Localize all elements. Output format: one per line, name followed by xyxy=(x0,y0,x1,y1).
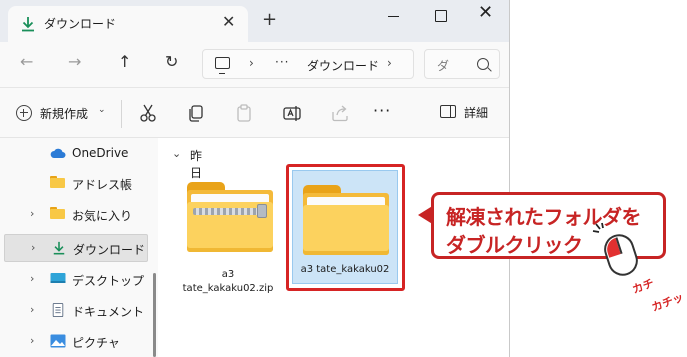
sidebar-item-label: OneDrive xyxy=(72,146,129,160)
highlight-frame xyxy=(286,164,405,291)
chevron-down-icon: ⌄ xyxy=(98,105,106,115)
share-icon[interactable] xyxy=(330,103,350,123)
expand-chevron-icon[interactable]: › xyxy=(30,334,34,347)
expand-chevron-icon[interactable]: › xyxy=(30,272,34,285)
paste-icon[interactable] xyxy=(234,103,254,123)
rename-icon[interactable] xyxy=(282,103,302,123)
address-bar[interactable]: › ··· ダウンロード › xyxy=(202,49,414,79)
new-tab-button[interactable]: + xyxy=(262,11,277,29)
details-pane-icon xyxy=(440,105,456,118)
file-name: a3 xyxy=(221,269,235,280)
group-label: 昨日 xyxy=(190,149,203,180)
search-icon xyxy=(477,58,489,70)
breadcrumb-overflow[interactable]: ··· xyxy=(275,55,289,69)
cut-icon[interactable] xyxy=(138,103,158,123)
file-explorer-window: ダウンロード ✕ + ✕ ← → ↑ ↻ › ··· ダウンロード › ダ 新規… xyxy=(0,0,510,357)
new-label: 新規作成 xyxy=(40,107,89,121)
maximize-button[interactable] xyxy=(428,6,452,26)
click-sound-text: カチッ xyxy=(649,290,686,315)
navigation-bar: ← → ↑ ↻ › ··· ダウンロード › ダ xyxy=(0,42,509,88)
callout-text-line2: ダブルクリック xyxy=(446,233,583,257)
sidebar-item-label: お気に入り xyxy=(72,209,133,223)
breadcrumb-separator: › xyxy=(249,56,254,70)
tab-title: ダウンロード xyxy=(44,17,117,31)
details-label: 詳細 xyxy=(464,106,489,120)
tab-close-icon[interactable]: ✕ xyxy=(222,13,235,31)
refresh-button[interactable]: ↻ xyxy=(165,52,178,72)
click-burst-icon xyxy=(592,222,604,233)
desktop-icon xyxy=(50,273,66,283)
computer-icon xyxy=(215,57,230,74)
tab-downloads[interactable]: ダウンロード ✕ xyxy=(8,6,248,42)
click-sound-text: カチ xyxy=(630,276,656,297)
back-button[interactable]: ← xyxy=(20,52,33,72)
sidebar-item-label: アドレス帳 xyxy=(72,178,133,192)
divider xyxy=(121,100,122,128)
folder-icon xyxy=(50,176,66,190)
plus-circle-icon xyxy=(16,105,32,121)
up-button[interactable]: ↑ xyxy=(118,52,131,72)
sidebar-item-label: ドキュメント xyxy=(72,305,145,319)
minimize-button[interactable] xyxy=(382,6,406,26)
search-input[interactable]: ダ xyxy=(424,49,500,79)
sidebar-item-address-book[interactable]: アドレス帳 xyxy=(0,170,150,198)
forward-button[interactable]: → xyxy=(68,52,81,72)
file-item-zip[interactable]: a3 tate_kakaku02.zip xyxy=(176,182,280,302)
close-window-button[interactable]: ✕ xyxy=(478,4,493,22)
document-icon xyxy=(52,303,64,317)
sidebar-item-label: ダウンロード xyxy=(73,243,146,257)
command-bar: 新規作成 ⌄ ··· 詳細 xyxy=(0,88,509,138)
sidebar-item-label: ピクチャ xyxy=(72,336,120,350)
sidebar-item-onedrive[interactable]: OneDrive xyxy=(0,140,150,168)
sidebar-item-pictures[interactable]: › ピクチャ xyxy=(0,328,150,356)
copy-icon[interactable] xyxy=(186,103,206,123)
sidebar-item-documents[interactable]: › ドキュメント xyxy=(0,297,150,325)
pictures-icon xyxy=(50,334,66,348)
breadcrumb-current[interactable]: ダウンロード xyxy=(307,57,379,74)
download-icon xyxy=(22,17,34,32)
tab-bar: ダウンロード ✕ + ✕ xyxy=(0,0,509,42)
more-options-icon[interactable]: ··· xyxy=(373,101,391,120)
sidebar-item-favorites[interactable]: › お気に入り xyxy=(0,201,150,229)
navigation-pane: OneDrive アドレス帳 › お気に入り › ダウンロード › デスクトップ… xyxy=(0,138,158,357)
folder-icon xyxy=(50,207,66,221)
sidebar-item-downloads[interactable]: › ダウンロード xyxy=(4,234,148,262)
search-placeholder: ダ xyxy=(437,59,450,73)
sidebar-scrollbar[interactable] xyxy=(153,273,156,357)
expand-chevron-icon[interactable]: › xyxy=(30,303,34,316)
download-icon xyxy=(53,241,65,255)
cloud-icon xyxy=(50,148,66,158)
breadcrumb-separator[interactable]: › xyxy=(387,56,392,70)
chevron-down-icon: ⌄ xyxy=(172,147,182,160)
expand-chevron-icon[interactable]: › xyxy=(30,207,34,220)
expand-chevron-icon[interactable]: › xyxy=(31,241,35,254)
file-name: tate_kakaku02.zip xyxy=(182,283,274,294)
sidebar-item-label: デスクトップ xyxy=(72,274,145,288)
sidebar-item-desktop[interactable]: › デスクトップ xyxy=(0,266,150,294)
